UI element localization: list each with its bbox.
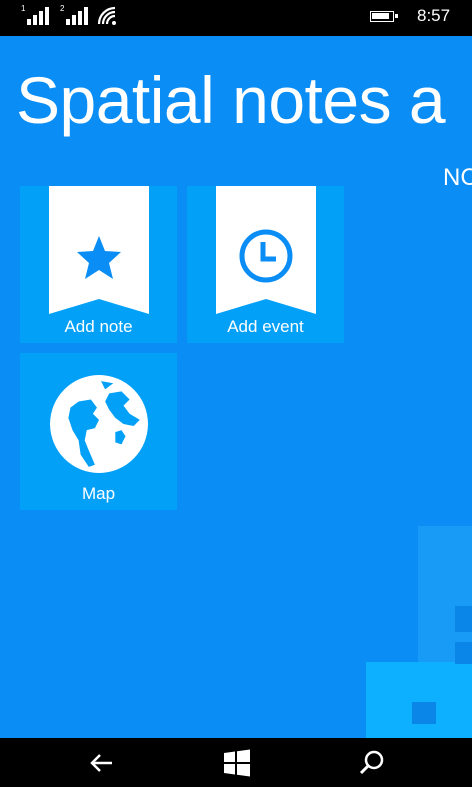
sim-2-label: 2 — [60, 4, 65, 13]
search-icon[interactable] — [357, 748, 387, 778]
add-note-label: Add note — [64, 317, 133, 336]
signal-icon: 2 — [60, 5, 90, 25]
background-window-shape — [455, 606, 472, 632]
wifi-icon — [97, 6, 116, 25]
pivot-header-next[interactable]: NC — [443, 164, 472, 192]
status-bar: 1 2 8:57 — [0, 0, 472, 36]
back-arrow-icon[interactable] — [86, 748, 116, 778]
signal-icon: 1 — [21, 5, 51, 25]
clock: 8:57 — [417, 6, 451, 25]
add-note-tile[interactable]: Add note — [20, 186, 177, 343]
navigation-bar — [0, 738, 472, 787]
sim-1-label: 1 — [21, 4, 26, 13]
battery-icon — [370, 11, 398, 22]
map-tile[interactable]: Map — [20, 353, 177, 510]
add-event-tile[interactable]: Add event — [187, 186, 344, 343]
windows-logo-icon[interactable] — [222, 748, 252, 778]
map-label: Map — [81, 484, 116, 503]
add-event-label: Add event — [227, 317, 304, 336]
background-window-shape — [455, 642, 472, 664]
globe-icon — [50, 375, 148, 473]
app-content: Spatial notes a NC Add note Add event Ma… — [0, 36, 472, 738]
app-title: Spatial notes a — [16, 63, 446, 137]
star-icon — [77, 236, 121, 279]
clock-icon — [239, 229, 293, 283]
background-window-shape — [412, 702, 436, 724]
background-building-shape — [366, 662, 472, 738]
